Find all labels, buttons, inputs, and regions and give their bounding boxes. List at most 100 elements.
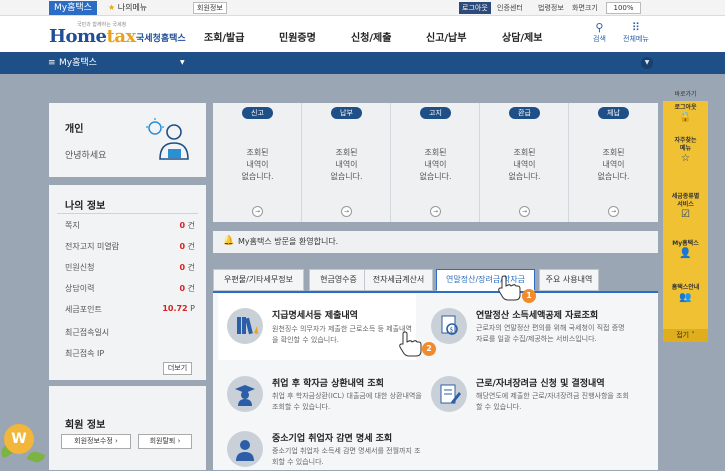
- nav-apply-submit[interactable]: 신청/제출: [351, 29, 391, 44]
- document-search-icon: $: [431, 308, 467, 344]
- info-value: 0: [179, 221, 186, 230]
- status-payment: 납부 조회된 내역이 없습니다. →: [302, 103, 391, 222]
- status-text: 조회된 내역이 없습니다.: [597, 148, 630, 181]
- item-title: 취업 후 학자금 상환내역 조회: [272, 379, 384, 389]
- info-row-last-login: 최근접속일시: [65, 327, 195, 338]
- info-unit: 건: [187, 242, 195, 251]
- cert-center-link[interactable]: 인증센터: [497, 2, 523, 14]
- my-menu-label: 나의메뉴: [117, 3, 148, 12]
- year-end-content: 지급명세서등 제출내역 원천징수 의무자가 제출한 근로소득 등 제출내역을 확…: [213, 291, 658, 470]
- quick-menu-panel: 로그아웃 🔒 자주찾는 메뉴 ☆ 세금종류별 서비스 ☑ My홈택스 👤 홈택스안내 👥 …: [663, 101, 708, 342]
- collapse-circle-icon[interactable]: ▼: [641, 57, 653, 69]
- divider: [57, 213, 198, 214]
- info-unit: P: [190, 304, 195, 313]
- list-item-student-loan[interactable]: 취업 후 학자금 상환내역 조회 취업 후 학자금상환(ICL) 대출금에 대한…: [227, 376, 422, 418]
- edit-member-button[interactable]: 회원정보수정 ›: [61, 434, 131, 449]
- service-tabs: 우편물/기타세무정보 현금영수증 전자세금계산서 연말정산/장려금/학자금 주요…: [213, 269, 658, 291]
- nav-report-pay[interactable]: 신고/납부: [426, 29, 466, 44]
- star-icon: ★: [108, 3, 116, 12]
- graduate-icon: [227, 376, 263, 412]
- item-title: 중소기업 취업자 감면 명세 조회: [272, 434, 393, 444]
- tab-e-invoice[interactable]: 전자세금계산서: [364, 269, 433, 291]
- info-unit: 건: [187, 221, 195, 230]
- grid-icon: ⠿: [631, 21, 640, 34]
- status-label: 체납: [598, 107, 629, 119]
- my-hometax-tab[interactable]: My홈택스: [49, 1, 97, 15]
- withdraw-label: 회원탈퇴: [149, 437, 176, 445]
- personal-heading: 개인: [65, 124, 84, 135]
- item-desc: 해당연도에 제출한 근로/자녀장려금 진행사항을 조회할 수 있습니다.: [476, 392, 629, 411]
- quick-logout-label: 로그아웃: [674, 104, 697, 111]
- tab-cash-receipt[interactable]: 현금영수증: [309, 269, 368, 291]
- info-unit: 건: [187, 263, 195, 272]
- status-notice: 고지 조회된 내역이 없습니다. →: [391, 103, 480, 222]
- legal-info-link[interactable]: 법령정보: [538, 2, 564, 14]
- quick-favorites-label: 자주찾는 메뉴: [674, 137, 697, 152]
- info-row-consult[interactable]: 상담이력 0 건: [65, 283, 195, 294]
- info-value: 10.72: [162, 304, 188, 313]
- lock-icon: 🔒: [679, 112, 692, 123]
- arrow-right-icon[interactable]: →: [430, 206, 441, 217]
- item-desc: 근로자의 연말정산 편의를 위해 국세청이 직접 증명자료를 일괄 수집/제공하…: [476, 324, 625, 343]
- list-item-year-end-deduction[interactable]: $ 연말정산 소득세액공제 자료조회 근로자의 연말정산 편의를 위해 국세청이…: [431, 308, 646, 360]
- nav-consult-report[interactable]: 상담/제보: [502, 29, 542, 44]
- member-info-button[interactable]: 회원정보: [193, 2, 227, 14]
- all-menu-label: 전체메뉴: [623, 35, 649, 43]
- info-value: 0: [179, 284, 186, 293]
- nav-civil-cert[interactable]: 민원증명: [279, 29, 316, 44]
- quick-guide-label: 홈택스안내: [671, 284, 700, 291]
- list-item-payment-statement[interactable]: 지급명세서등 제출내역 원천징수 의무자가 제출한 근로소득 등 제출내역을 확…: [218, 294, 416, 360]
- navbar-title[interactable]: My홈택스: [59, 52, 97, 74]
- search-label: 검색: [593, 35, 606, 43]
- logout-button[interactable]: 로그아웃: [459, 2, 491, 14]
- books-icon: [227, 308, 263, 344]
- fold-button[interactable]: 접기 ˄: [663, 329, 708, 342]
- item-desc: 중소기업 취업자 소득세 감면 명세서를 전월까지 조회할 수 있습니다.: [272, 447, 421, 466]
- list-item-earned-income-credit[interactable]: 근로/자녀장려금 신청 및 결정내역 해당연도에 제출한 근로/자녀장려금 진행…: [431, 376, 646, 418]
- more-button[interactable]: 더보기: [163, 362, 192, 375]
- quick-tax-service-label: 세금종류별 서비스: [671, 193, 700, 208]
- info-row-e-notice[interactable]: 전자고지 미열람 0 건: [65, 241, 195, 252]
- quick-tax-service[interactable]: 세금종류별 서비스 ☑: [663, 193, 708, 222]
- info-label: 쪽지: [65, 221, 80, 230]
- header: 국민과 함께하는 국세청 Hometax 국세청홈택스 조회/발급 민원증명 신…: [0, 16, 725, 52]
- quick-my-hometax-label: My홈택스: [672, 240, 699, 247]
- worker-icon: [227, 431, 263, 467]
- quick-my-hometax[interactable]: My홈택스 👤: [663, 240, 708, 261]
- quick-menu-title: 바로가기: [674, 91, 697, 98]
- withdraw-button[interactable]: 회원탈퇴 ›: [138, 434, 192, 449]
- arrow-right-icon[interactable]: →: [252, 206, 263, 217]
- arrow-right-icon[interactable]: →: [341, 206, 352, 217]
- member-info-card: 회원 정보 회원정보수정 › 회원탈퇴 ›: [49, 386, 206, 470]
- status-label: 고지: [420, 107, 451, 119]
- search-button[interactable]: ⚲ 검색: [593, 21, 606, 44]
- all-menu-button[interactable]: ⠿ 전체메뉴: [623, 21, 649, 44]
- list-item-sme-reduction[interactable]: 중소기업 취업자 감면 명세 조회 중소기업 취업자 소득세 감면 명세서를 전…: [227, 431, 422, 471]
- chevron-down-icon[interactable]: ▼: [180, 52, 185, 74]
- status-text: 조회된 내역이 없습니다.: [508, 148, 541, 181]
- hand-pointer-icon: [498, 275, 521, 301]
- quick-favorites[interactable]: 자주찾는 메뉴 ☆: [663, 137, 708, 166]
- quick-logout[interactable]: 로그아웃 🔒: [663, 104, 708, 125]
- tab-mail-info[interactable]: 우편물/기타세무정보: [213, 269, 304, 291]
- info-row-tax-points[interactable]: 세금포인트 10.72 P: [65, 304, 195, 315]
- info-label: 민원신청: [65, 263, 95, 272]
- zoom-select[interactable]: 100%: [606, 2, 641, 14]
- info-row-messages[interactable]: 쪽지 0 건: [65, 220, 195, 231]
- screen-size-link[interactable]: 화면크기: [572, 2, 598, 14]
- logo-word-home: Home: [49, 26, 107, 47]
- nav-inquiry[interactable]: 조회/발급: [204, 29, 244, 44]
- tax-status-panel: 신고 조회된 내역이 없습니다. → 납부 조회된 내역이 없습니다. → 고지…: [213, 103, 658, 222]
- info-unit: 건: [187, 284, 195, 293]
- tab-usage[interactable]: 주요 사용내역: [539, 269, 599, 291]
- quick-guide[interactable]: 홈택스안내 👥: [663, 284, 708, 305]
- hamburger-icon[interactable]: ≡: [48, 52, 56, 74]
- arrow-right-icon[interactable]: →: [608, 206, 619, 217]
- status-label: 납부: [331, 107, 362, 119]
- arrow-right-icon[interactable]: →: [519, 206, 530, 217]
- info-row-civil[interactable]: 민원신청 0 건: [65, 262, 195, 273]
- info-value: 0: [179, 263, 186, 272]
- my-menu-tab[interactable]: ★ 나의메뉴: [104, 1, 151, 15]
- info-label: 전자고지 미열람: [65, 242, 120, 251]
- user-icon: 👤: [679, 248, 692, 259]
